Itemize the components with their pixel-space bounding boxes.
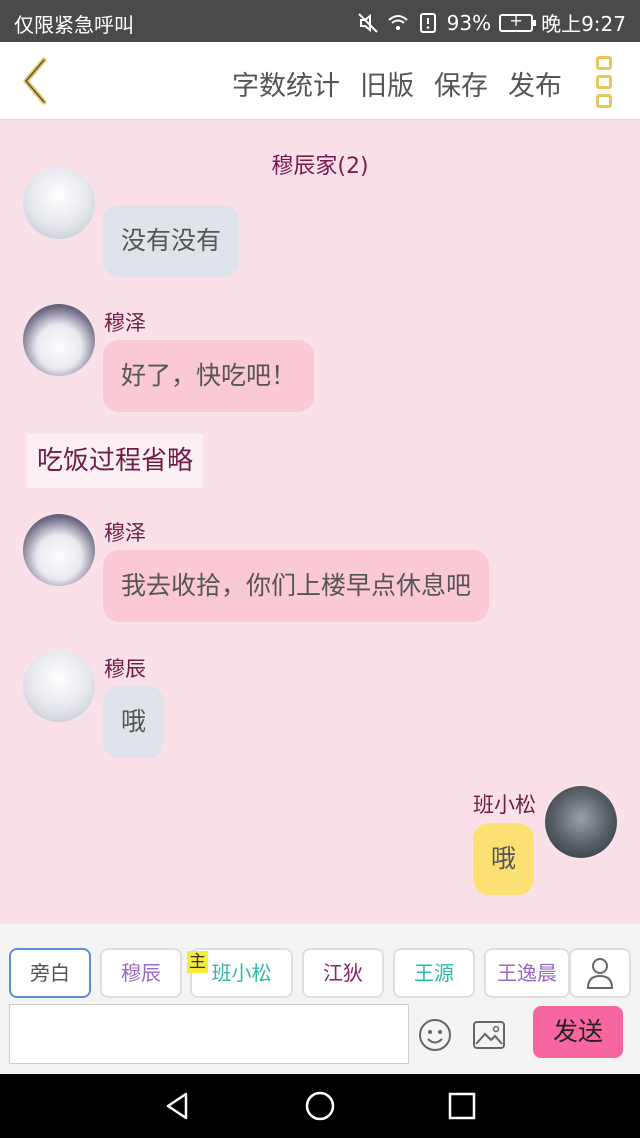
character-chip-narrator[interactable]: 旁白 [9,948,91,998]
recents-square-icon[interactable] [446,1090,478,1122]
user-icon [586,958,614,989]
sender-name: 穆泽 [104,521,146,545]
more-menu-icon[interactable] [596,56,616,108]
carrier-text: 仅限紧急呼叫 [14,13,134,37]
avatar[interactable] [545,786,617,858]
status-bar: 仅限紧急呼叫 93% 晚上9:27 [0,0,640,42]
clock: 晚上9:27 [541,12,626,36]
mute-icon [357,12,378,33]
wifi-icon [387,14,408,30]
sender-name: 穆泽 [104,311,146,335]
emoji-icon[interactable] [418,1018,452,1052]
back-triangle-icon[interactable] [162,1090,194,1122]
composer-panel: 旁白 穆辰 班小松 主 江狄 王源 王逸晨 发送 [0,924,640,1074]
message-input[interactable] [9,1004,409,1064]
character-chip[interactable]: 王逸晨 [484,948,570,998]
message-bubble[interactable]: 好了，快吃吧！ [103,340,315,412]
alert-icon [419,12,436,33]
chat-area[interactable]: 穆辰家(2) 没有没有 穆泽 好了，快吃吧！ 吃饭过程省略 穆泽 我去收拾，你们… [0,121,640,924]
narration-text[interactable]: 吃饭过程省略 [27,434,204,488]
sender-name: 班小松 [473,793,536,817]
send-button[interactable]: 发送 [533,1006,623,1058]
status-icons: 93% 晚上9:27 [357,8,626,37]
message-bubble[interactable]: 我去收拾，你们上楼早点休息吧 [103,550,490,622]
character-chip[interactable]: 王源 [393,948,475,998]
add-character-button[interactable] [569,948,631,998]
image-icon[interactable] [472,1020,506,1050]
avatar[interactable] [23,304,95,376]
battery-percent: 93% [446,10,492,35]
home-circle-icon[interactable] [304,1090,336,1122]
system-nav-bar [0,1074,640,1138]
word-count-button[interactable]: 字数统计 [232,64,340,103]
battery-icon [499,11,537,32]
character-chip[interactable]: 江狄 [302,948,384,998]
sender-name: 穆辰 [104,657,146,681]
publish-button[interactable]: 发布 [508,64,562,103]
character-chip[interactable]: 穆辰 [100,948,182,998]
chat-title: 穆辰家(2) [271,154,369,179]
top-toolbar: 字数统计 旧版 保存 发布 [0,42,640,120]
old-version-button[interactable]: 旧版 [360,64,414,103]
host-badge: 主 [187,951,208,973]
avatar[interactable] [23,167,95,239]
message-bubble[interactable]: 哦 [103,686,165,758]
avatar[interactable] [23,514,95,586]
message-bubble[interactable]: 哦 [473,823,535,895]
header-actions: 字数统计 旧版 保存 发布 [232,64,562,103]
back-arrow-icon[interactable] [16,56,56,106]
avatar[interactable] [23,650,95,722]
save-button[interactable]: 保存 [434,64,488,103]
message-bubble[interactable]: 没有没有 [103,205,240,277]
